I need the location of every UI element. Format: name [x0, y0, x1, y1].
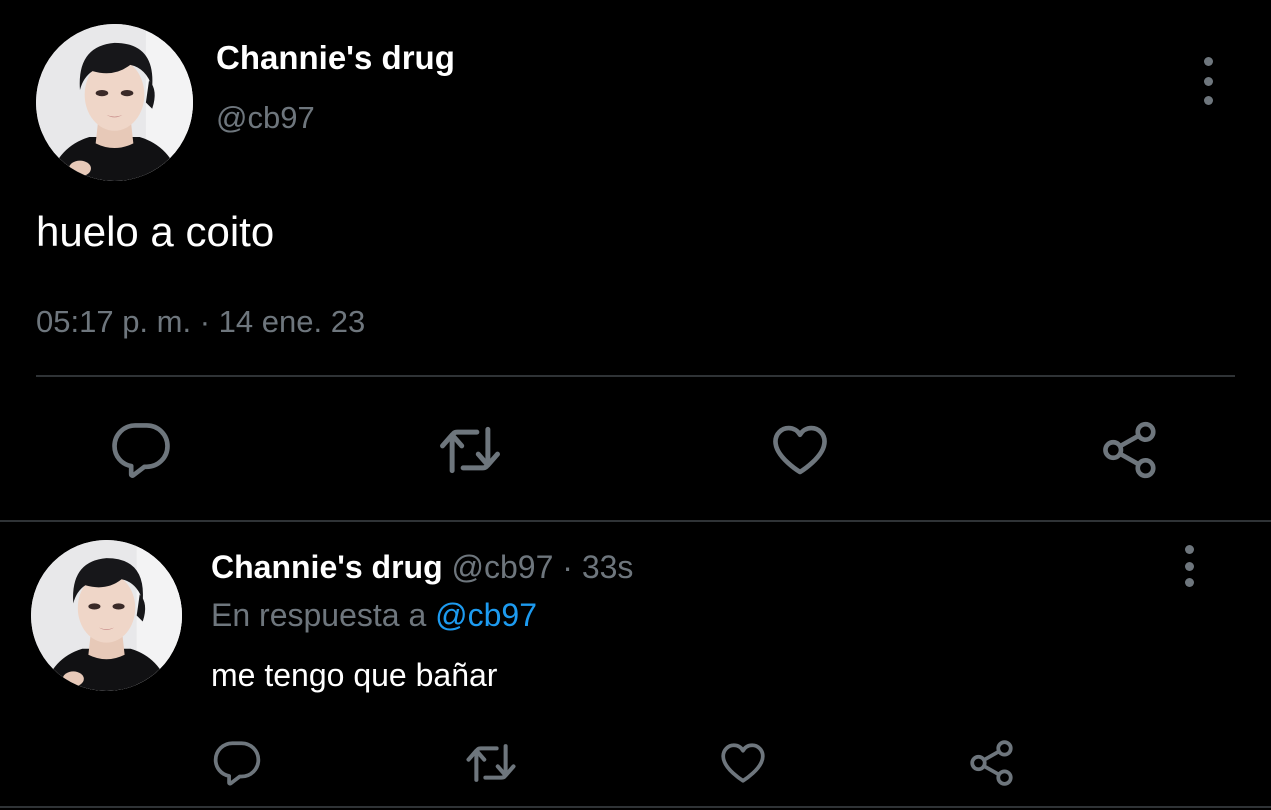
more-options-button[interactable]	[1196, 57, 1220, 105]
tweet-timestamp: 05:17 p. m. · 14 ene. 23	[36, 302, 365, 342]
meta-separator: ·	[199, 304, 211, 339]
user-handle[interactable]: @cb97	[216, 98, 315, 138]
tweet-date[interactable]: 14 ene. 23	[219, 304, 366, 339]
display-name[interactable]: Channie's drug	[216, 38, 455, 78]
tweet-text: huelo a coito	[36, 208, 275, 255]
share-icon	[1099, 419, 1161, 481]
divider	[0, 520, 1271, 522]
reply-header: Channie's drug @cb97 · 33s	[211, 546, 633, 588]
avatar[interactable]	[36, 24, 193, 181]
like-icon	[718, 738, 768, 788]
tweet-time[interactable]: 05:17 p. m.	[36, 304, 191, 339]
more-vertical-icon	[1203, 57, 1213, 66]
reply-icon	[110, 419, 172, 481]
reply-mention-link[interactable]: @cb97	[435, 597, 537, 633]
reply-more-options-button[interactable]	[1177, 545, 1201, 587]
retweet-button[interactable]	[434, 414, 506, 486]
reply-like-button[interactable]	[714, 734, 772, 792]
profile-photo	[36, 24, 193, 181]
replying-to: En respuesta a @cb97	[211, 594, 537, 636]
share-button[interactable]	[1094, 414, 1166, 486]
divider	[0, 806, 1271, 808]
reply-prefix: En respuesta a	[211, 597, 427, 633]
reply-time[interactable]: 33s	[582, 549, 634, 585]
more-vertical-icon	[1184, 545, 1194, 554]
divider	[36, 375, 1235, 377]
like-button[interactable]	[764, 414, 836, 486]
reply-share-button[interactable]	[963, 734, 1021, 792]
reply-button[interactable]	[105, 414, 177, 486]
profile-photo	[31, 540, 182, 691]
reply-icon	[212, 738, 262, 788]
reply-retweet-button[interactable]	[462, 734, 520, 792]
reply-reply-button[interactable]	[208, 734, 266, 792]
reply-display-name[interactable]: Channie's drug	[211, 549, 443, 585]
reply-tweet-text: me tengo que bañar	[211, 657, 498, 693]
meta-separator: ·	[562, 549, 573, 585]
like-icon	[769, 419, 831, 481]
reply-user-handle[interactable]: @cb97	[452, 549, 554, 585]
retweet-icon	[464, 736, 518, 790]
retweet-icon	[437, 417, 503, 483]
share-icon	[967, 738, 1017, 788]
reply-avatar[interactable]	[31, 540, 182, 691]
